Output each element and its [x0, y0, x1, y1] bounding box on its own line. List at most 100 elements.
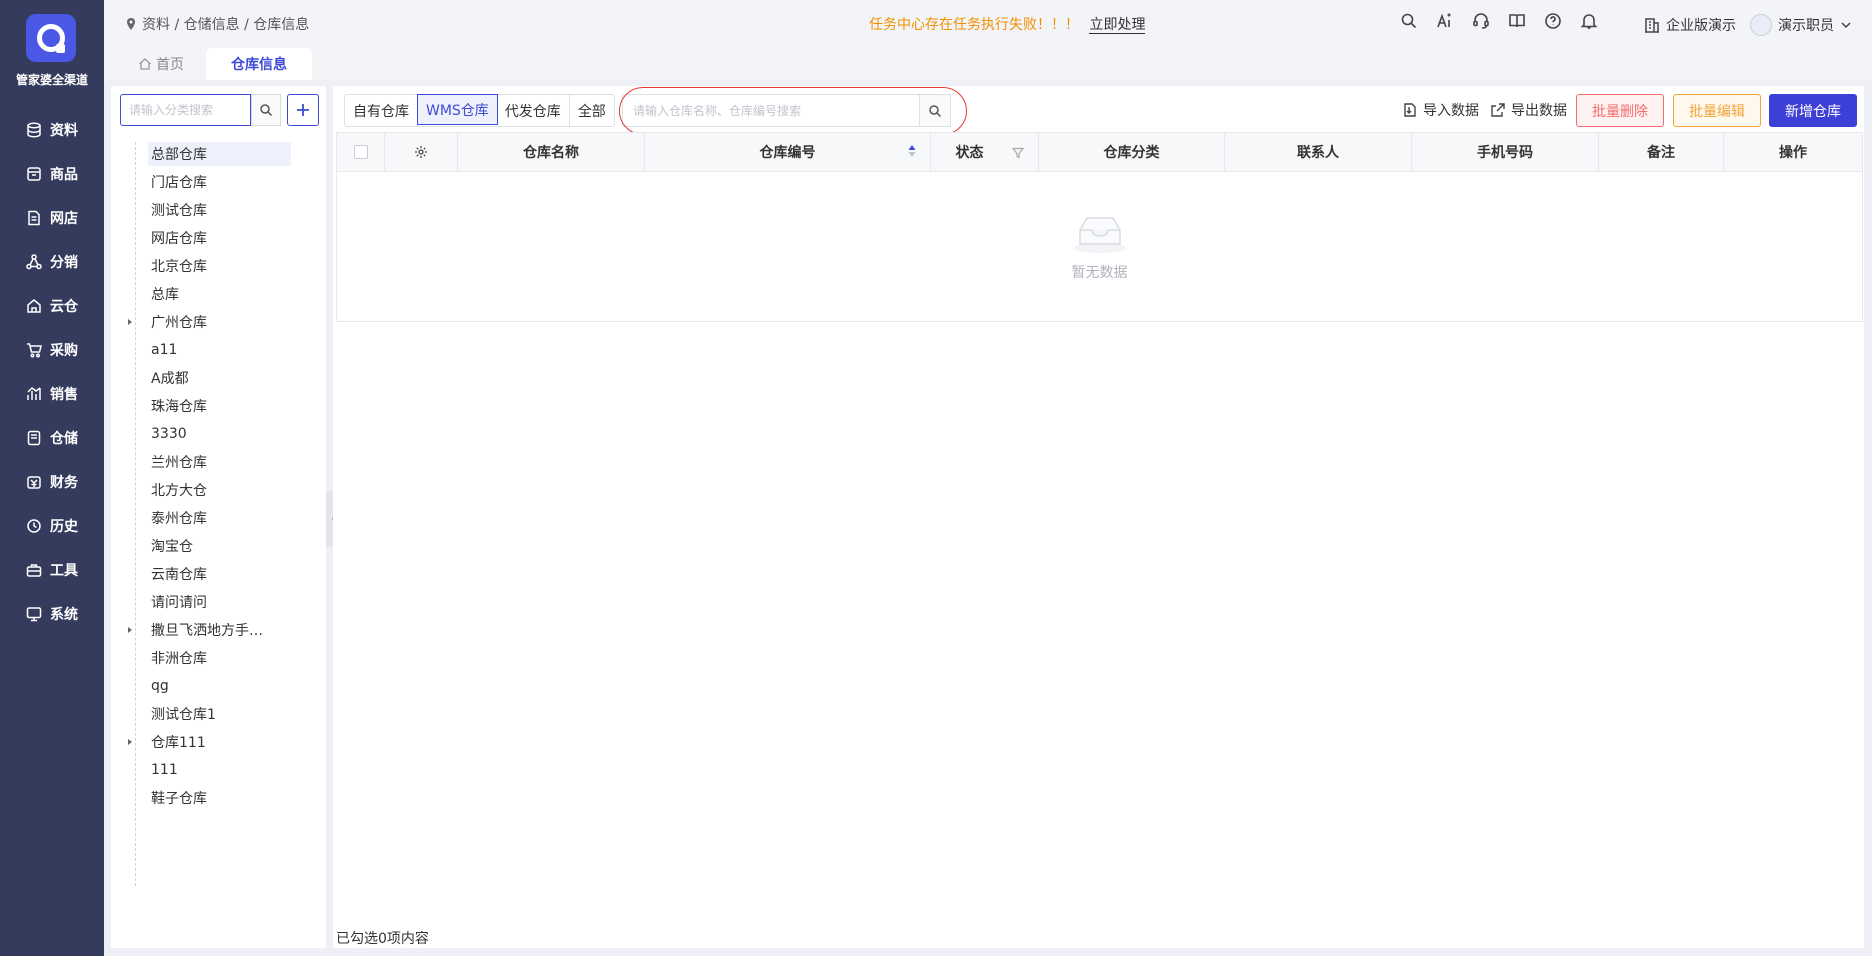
nav-label: 商品 [50, 167, 78, 183]
nav-item-shangpin[interactable]: 商品 [0, 154, 104, 194]
column-header[interactable]: 操作 [1724, 133, 1862, 171]
nav-item-cangchu[interactable]: 仓储 [0, 418, 104, 458]
tree-item[interactable]: 北方大仓 [148, 478, 210, 502]
tree-item[interactable]: 仓库111 [148, 730, 209, 754]
column-header-sortable[interactable]: 仓库编号 [645, 133, 931, 171]
select-all-checkbox[interactable] [353, 145, 368, 159]
gear-icon[interactable] [414, 145, 428, 159]
nav-item-xiaoshou[interactable]: 销售 [0, 374, 104, 414]
brand-name: 管家婆全渠道 [15, 73, 88, 87]
column-header[interactable]: 手机号码 [1412, 133, 1599, 171]
nav-label: 分销 [50, 255, 78, 271]
tree-item[interactable]: 兰州仓库 [148, 450, 210, 474]
nav-item-lishi[interactable]: 历史 [0, 506, 104, 546]
nav-item-yuncang[interactable]: 云仓 [0, 286, 104, 326]
column-header-filterable[interactable]: 状态 [931, 133, 1039, 171]
batch-delete-button[interactable]: 批量删除 [1576, 94, 1664, 127]
chart-icon [27, 387, 41, 400]
tree-item[interactable]: 网店仓库 [148, 226, 210, 250]
avatar[interactable] [1750, 14, 1772, 36]
tree-item[interactable]: 3330 [148, 422, 190, 446]
expand-arrow-icon[interactable] [127, 627, 133, 633]
tree-item[interactable]: 云南仓库 [148, 562, 210, 586]
ai-icon[interactable] [1436, 12, 1454, 30]
warehouse-search-input[interactable] [622, 94, 920, 127]
nav-item-ziliao[interactable]: 资料 [0, 110, 104, 150]
tree-item[interactable]: 总部仓库 [148, 142, 291, 166]
tab-home[interactable]: 首页 [126, 48, 196, 80]
tree-item[interactable]: 撒旦飞洒地方手… [148, 618, 266, 642]
search-icon[interactable] [1400, 12, 1418, 30]
storage-icon [27, 430, 41, 446]
user-name[interactable]: 演示职员 [1778, 15, 1834, 35]
tree-item[interactable]: 门店仓库 [148, 170, 210, 194]
selection-count: 已勾选0项内容 [336, 931, 429, 947]
table-header: 仓库名称 仓库编号 状态 仓库分类 联系人 手机号码 备注 操作 [336, 132, 1863, 172]
nav-item-xitong[interactable]: 系统 [0, 594, 104, 634]
document-icon [28, 210, 40, 226]
tree-item[interactable]: 请问请问 [148, 590, 210, 614]
nav-item-fenxiao[interactable]: 分销 [0, 242, 104, 282]
nav-item-caiwu[interactable]: 财务 [0, 462, 104, 502]
add-warehouse-button[interactable]: 新增仓库 [1769, 94, 1857, 127]
tree-item[interactable]: 泰州仓库 [148, 506, 210, 530]
column-header[interactable]: 仓库名称 [458, 133, 645, 171]
column-header[interactable]: 联系人 [1225, 133, 1412, 171]
nav-label: 工具 [50, 563, 78, 579]
nav-label: 采购 [50, 343, 78, 359]
category-search-input[interactable] [120, 94, 251, 126]
alert-action-link[interactable]: 立即处理 [1089, 17, 1146, 34]
filter-all[interactable]: 全部 [570, 95, 614, 126]
filter-own-warehouse[interactable]: 自有仓库 [345, 95, 418, 126]
import-label: 导入数据 [1423, 103, 1479, 119]
warehouse-search-button[interactable] [919, 94, 951, 127]
tree-item[interactable]: A成都 [148, 366, 192, 390]
category-search-button[interactable] [251, 94, 281, 126]
nav-item-caigou[interactable]: 采购 [0, 330, 104, 370]
headset-support-icon[interactable] [1472, 12, 1490, 30]
tree-item[interactable]: 测试仓库1 [148, 702, 219, 726]
nav-label: 历史 [50, 519, 78, 535]
monitor-icon [26, 607, 42, 622]
tree-item[interactable]: 测试仓库 [148, 198, 210, 222]
add-category-button[interactable] [287, 94, 319, 126]
column-header[interactable]: 备注 [1599, 133, 1724, 171]
expand-arrow-icon[interactable] [127, 739, 133, 745]
column-header[interactable]: 仓库分类 [1039, 133, 1225, 171]
book-icon[interactable] [1508, 12, 1526, 30]
batch-edit-button[interactable]: 批量编辑 [1673, 94, 1761, 127]
nav-label: 财务 [50, 475, 78, 491]
nav-item-gongju[interactable]: 工具 [0, 550, 104, 590]
tree-item[interactable]: 广州仓库 [148, 310, 210, 334]
help-icon[interactable] [1544, 12, 1562, 30]
nav-label: 资料 [50, 123, 78, 139]
expand-arrow-icon[interactable] [127, 319, 133, 325]
alert-message: 任务中心存在任务执行失败！！！ [869, 17, 1079, 33]
nav-label: 网店 [50, 211, 78, 227]
tree-item[interactable]: 珠海仓库 [148, 394, 210, 418]
tree-item[interactable]: a11 [148, 338, 180, 362]
nav-item-wangdian[interactable]: 网店 [0, 198, 104, 238]
tree-item[interactable]: 111 [148, 758, 181, 782]
tab-warehouse-info[interactable]: 仓库信息 [206, 48, 312, 80]
tree-item[interactable]: 非洲仓库 [148, 646, 210, 670]
tree-item[interactable]: 鞋子仓库 [148, 786, 210, 810]
tree-item[interactable]: 北京仓库 [148, 254, 210, 278]
filter-wms-warehouse[interactable]: WMS仓库 [417, 94, 498, 125]
bell-icon[interactable] [1580, 12, 1598, 30]
filter-icon[interactable] [1012, 147, 1024, 159]
import-data-button[interactable]: 导入数据 [1402, 100, 1479, 120]
org-name[interactable]: 企业版演示 [1666, 15, 1736, 35]
brand-logo[interactable] [26, 14, 76, 62]
tree-item[interactable]: 淘宝仓 [148, 534, 196, 558]
chevron-down-icon[interactable] [1840, 19, 1852, 31]
tab-label: 仓库信息 [231, 57, 287, 73]
sort-icon[interactable] [908, 144, 916, 158]
export-data-button[interactable]: 导出数据 [1490, 100, 1567, 120]
toolbox-icon [26, 564, 42, 577]
top-bar: 资料 / 仓储信息 / 仓库信息 任务中心存在任务执行失败！！！ 立即处理 企业… [104, 0, 1872, 48]
wallet-icon [27, 476, 41, 489]
tree-item[interactable]: 总库 [148, 282, 182, 306]
tree-item[interactable]: qg [148, 674, 172, 698]
filter-dropship-warehouse[interactable]: 代发仓库 [497, 95, 570, 126]
